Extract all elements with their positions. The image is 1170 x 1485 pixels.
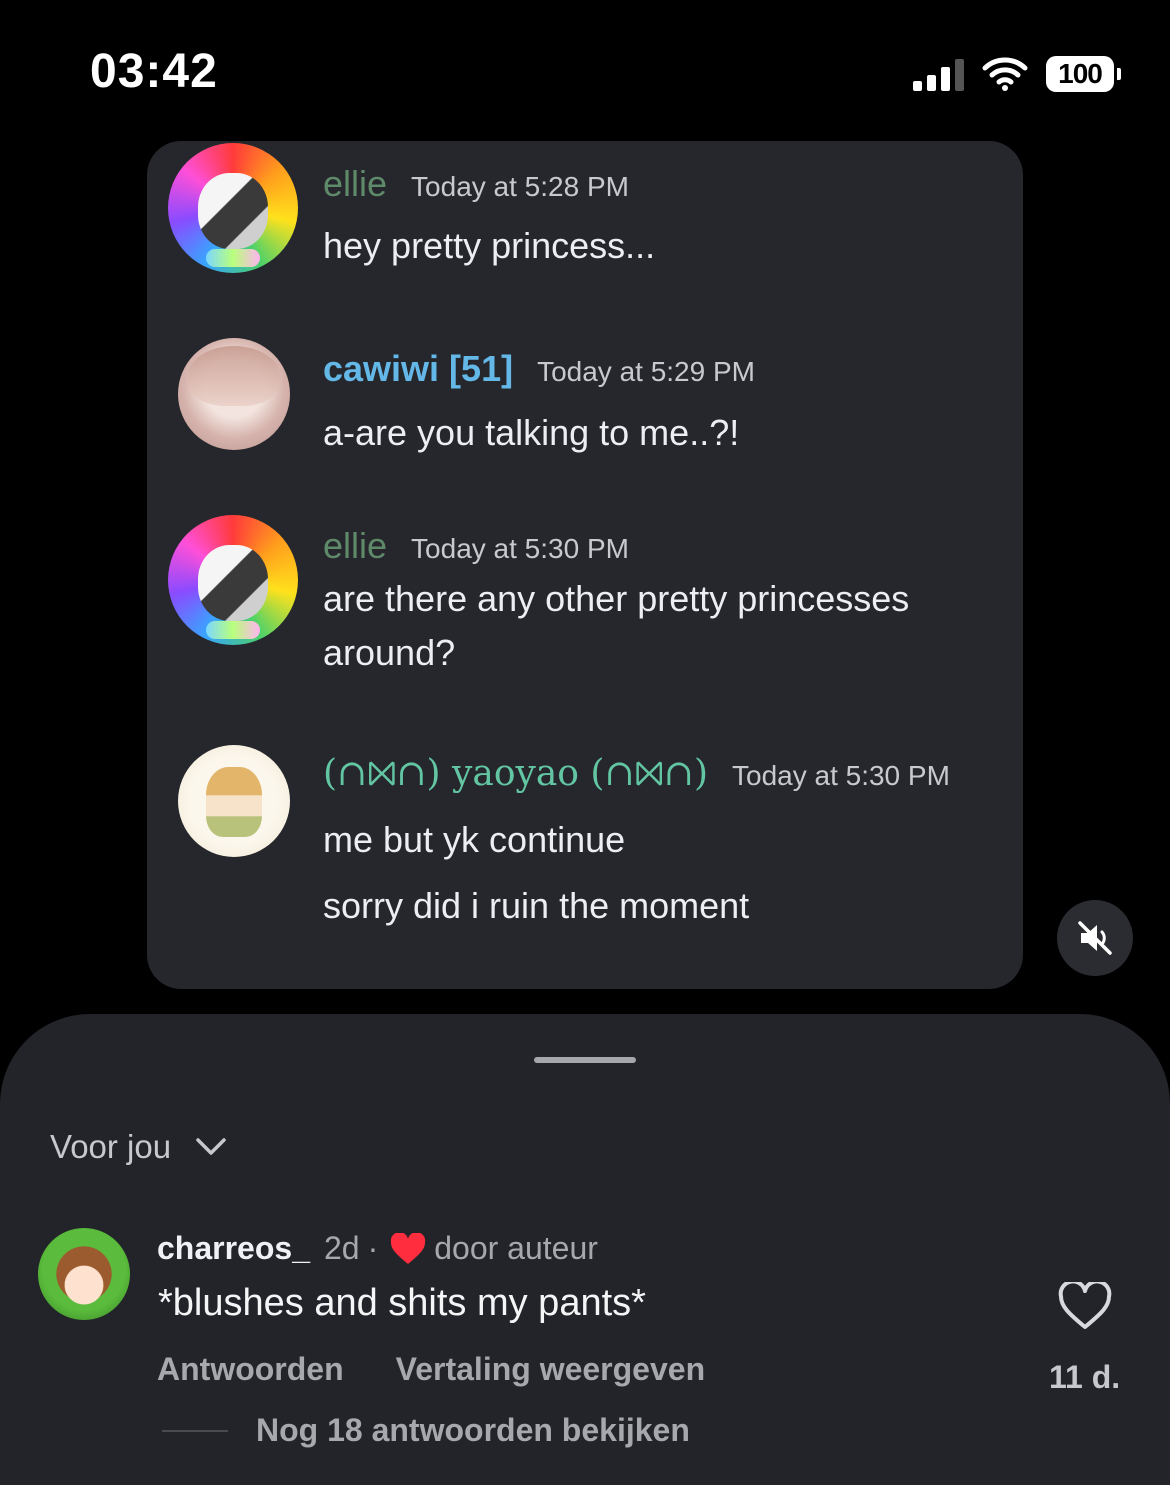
chevron-down-icon: [196, 1138, 226, 1155]
message-text: are there any other pretty princesses: [323, 578, 910, 619]
filter-label: Voor jou: [50, 1128, 172, 1165]
commenter-avatar[interactable]: [38, 1228, 130, 1320]
liked-by-author-label: door auteur: [434, 1230, 598, 1266]
message-text: around?: [323, 632, 456, 673]
comment-username[interactable]: charreos_: [157, 1230, 310, 1267]
meta-separator: ·: [367, 1230, 379, 1266]
view-replies-button[interactable]: Nog 18 antwoorden bekijken: [162, 1412, 690, 1449]
message-header: (∩⨝∩) yaoyao (∩⨝∩) Today at 5:30 PM: [323, 753, 950, 795]
signal-icon: [913, 57, 964, 91]
message-text: a-are you talking to me..?!: [323, 412, 740, 453]
message-text: sorry did i ruin the moment: [323, 885, 750, 926]
comment-text: *blushes and shits my pants*: [158, 1282, 646, 1324]
message-text: hey pretty princess...: [323, 225, 656, 266]
avatar: [168, 143, 298, 273]
avatar: [178, 745, 290, 857]
comments-sheet: Voor jou charreos_ 2d · door auteur *blu…: [0, 1014, 1170, 1485]
comment-age: 2d: [323, 1230, 360, 1266]
message-text: me but yk continue: [323, 819, 626, 860]
like-count: 11 d.: [1049, 1359, 1121, 1395]
timestamp: Today at 5:30 PM: [411, 533, 629, 564]
timestamp: Today at 5:30 PM: [732, 760, 950, 791]
battery-icon: 100: [1046, 56, 1121, 92]
heart-icon: [391, 1232, 426, 1264]
comment-filter-dropdown[interactable]: Voor jou: [50, 1128, 227, 1166]
status-icons: 100: [913, 54, 1121, 94]
message-header: cawiwi [51] Today at 5:29 PM: [323, 348, 755, 390]
username: ellie: [323, 163, 388, 204]
timestamp: Today at 5:28 PM: [411, 171, 629, 202]
username: (∩⨝∩) yaoyao (∩⨝∩): [323, 753, 708, 794]
comment-actions: Antwoorden Vertaling weergeven: [157, 1351, 705, 1388]
reply-button[interactable]: Antwoorden: [157, 1351, 344, 1388]
message-header: ellie Today at 5:28 PM: [323, 163, 629, 205]
mute-button[interactable]: [1057, 900, 1133, 976]
wifi-icon: [982, 57, 1028, 91]
video-content[interactable]: ellie Today at 5:28 PM hey pretty prince…: [147, 141, 1023, 989]
status-time: 03:42: [90, 45, 218, 98]
heart-outline-icon: [1058, 1279, 1112, 1329]
username: ellie: [323, 525, 388, 566]
message-header: ellie Today at 5:30 PM: [323, 525, 629, 567]
muted-speaker-icon: [1078, 921, 1112, 955]
like-button[interactable]: [1058, 1279, 1112, 1335]
divider: [162, 1429, 228, 1432]
username: cawiwi [51]: [323, 348, 514, 389]
avatar: [178, 338, 290, 450]
screen: 03:42 100 ellie Today at 5:28 PM hey pre…: [0, 0, 1170, 1485]
comment-header: charreos_ 2d · door auteur: [157, 1230, 598, 1267]
translate-button[interactable]: Vertaling weergeven: [396, 1351, 705, 1388]
avatar: [168, 515, 298, 645]
timestamp: Today at 5:29 PM: [537, 356, 755, 387]
sheet-grabber[interactable]: [534, 1057, 636, 1063]
view-replies-label: Nog 18 antwoorden bekijken: [256, 1412, 690, 1448]
